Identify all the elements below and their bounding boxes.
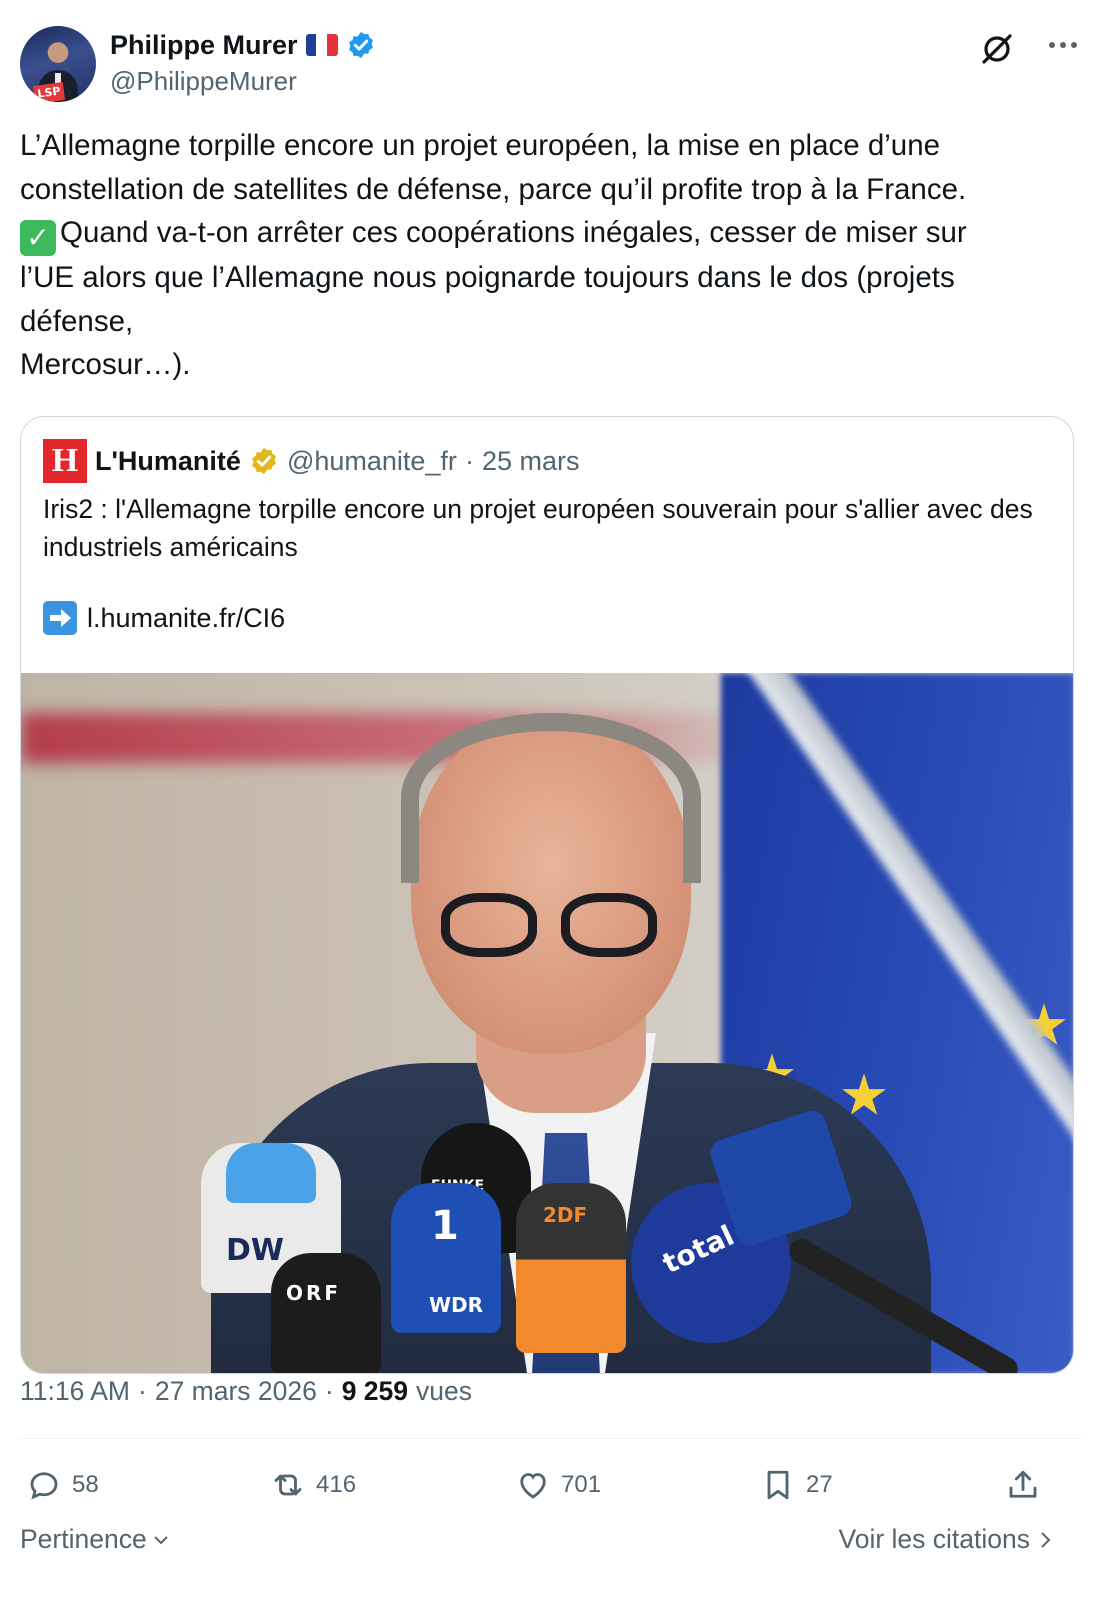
avatar-tag: LSP [32,81,66,102]
reply-count: 58 [72,1471,99,1498]
more-options-icon[interactable] [1048,40,1078,50]
france-flag-icon [305,34,338,56]
quoted-tweet-card[interactable]: H L'Humanité @humanite_fr · 25 mars Iris… [20,416,1074,1374]
author-display-name[interactable]: Philippe Murer [110,30,298,61]
meta-separator: · [324,1376,334,1406]
reply-icon [30,1472,58,1500]
view-quotes-link[interactable]: Voir les citations [839,1524,1054,1555]
quoted-separator: · [464,445,474,476]
meta-separator: · [138,1376,147,1406]
quoted-link-row: l.humanite.fr/CI6 [43,601,285,635]
like-button[interactable]: 701 [515,1460,601,1510]
quoted-author-name[interactable]: L'Humanité [95,446,241,477]
tweet-text-part2: Quand va-t-on arrêter ces coopérations i… [20,216,967,382]
photo-glasses-right [561,893,657,957]
sort-dropdown[interactable]: Pertinence [20,1524,171,1555]
views-count: 9 259 [341,1376,409,1406]
verified-badge-icon[interactable] [346,30,376,60]
author-handle[interactable]: @PhilippeMurer [110,66,297,97]
chevron-right-icon [1041,1531,1051,1548]
humanite-logo[interactable]: H [43,439,87,483]
tweet-text-part1: L’Allemagne torpille encore un projet eu… [20,129,967,206]
tweet-text: L’Allemagne torpille encore un projet eu… [20,124,1082,387]
author-avatar[interactable]: LSP [20,26,96,102]
sort-label: Pertinence [20,1524,147,1554]
photo-hair [401,713,701,883]
photo-mic-ard-label: 1 [431,1203,459,1249]
share-icon [1009,1470,1037,1498]
bookmark-button[interactable]: 27 [760,1460,833,1510]
photo-mic-dw-cap [226,1143,316,1203]
quoted-date[interactable]: 25 mars [482,446,580,477]
quoted-author-handle[interactable]: @humanite_fr [287,446,457,477]
bookmark-count: 27 [806,1471,833,1498]
quoted-link[interactable]: l.humanite.fr/CI6 [87,603,285,634]
quoted-photo[interactable]: DW ORF FUNKE 1 WDR 2DF total [21,673,1073,1373]
view-quotes-label: Voir les citations [838,1524,1030,1554]
heart-icon [520,1473,546,1499]
photo-mic-orf [271,1253,381,1373]
photo-glasses-left [441,893,537,957]
check-mark-button-icon: ✓ [20,220,56,257]
photo-mic-dw-label: DW [226,1233,284,1268]
quoted-text: Iris2 : l'Allemagne torpille encore un p… [43,494,1033,562]
repost-icon [274,1474,302,1496]
views-label: vues [416,1376,473,1406]
share-button[interactable] [1005,1460,1041,1510]
chevron-down-icon [153,1535,168,1544]
quoted-header: H L'Humanité @humanite_fr · 25 mars [43,439,579,483]
bookmark-icon [767,1470,789,1500]
author-name-row: Philippe Murer [110,28,376,62]
photo-mic-orf-label: ORF [286,1281,342,1305]
photo-mic-zdf-label: 2DF [543,1203,588,1227]
right-arrow-icon [43,601,77,635]
grok-icon[interactable] [980,32,1014,66]
divider [20,1438,1082,1439]
repost-button[interactable]: 416 [270,1460,356,1510]
repost-count: 416 [316,1471,357,1498]
photo-mic-wdr-label: WDR [429,1293,484,1317]
action-bar: 58 416 701 27 [20,1460,1062,1510]
tweet-date[interactable]: 27 mars 2026 [155,1376,317,1407]
reply-button[interactable]: 58 [26,1460,99,1510]
gold-verified-badge-icon[interactable] [249,446,279,476]
tweet-meta: 11:16 AM · 27 mars 2026 · 9 259 vues [20,1376,472,1407]
tweet-time[interactable]: 11:16 AM [20,1376,130,1407]
like-count: 701 [561,1471,602,1498]
tweet-header: LSP Philippe Murer @PhilippeMurer [20,24,1082,102]
